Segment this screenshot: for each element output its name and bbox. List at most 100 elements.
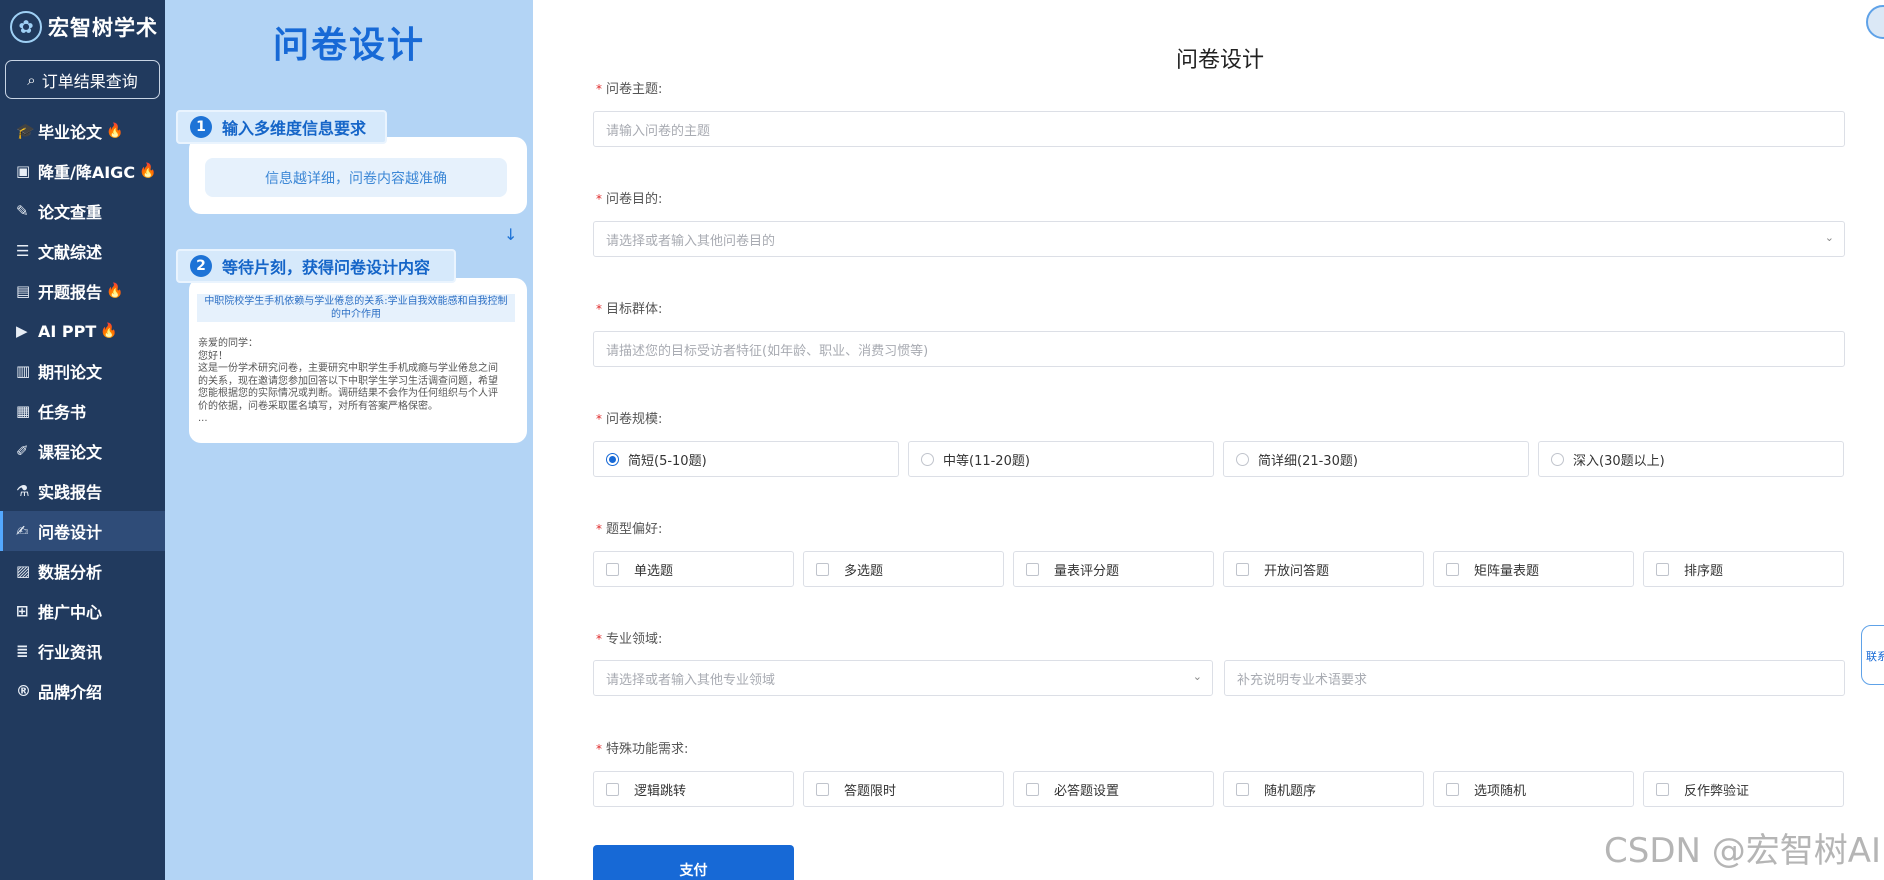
step1-number: 1 (190, 116, 212, 138)
fire-icon: 🔥 (106, 123, 124, 139)
qtype-option[interactable]: 开放问答题 (1223, 551, 1424, 587)
brand-name: 宏智树学术 (48, 16, 158, 40)
watermark: CSDN @宏智树AI (1604, 831, 1882, 871)
qtype-label: * 题型偏好: (596, 522, 663, 537)
special-option[interactable]: 反作弊验证 (1643, 771, 1844, 807)
fire-icon: 🔥 (100, 323, 118, 339)
audience-input[interactable]: 请描述您的目标受访者特征(如年龄、职业、消费习惯等) (593, 331, 1845, 367)
special-label: * 特殊功能需求: (596, 742, 689, 757)
sidebar-item-label: 课程论文 (38, 443, 103, 462)
qtype-option-label: 单选题 (634, 563, 674, 579)
special-option[interactable]: 答题限时 (803, 771, 1004, 807)
scale-option[interactable]: 简短(5-10题) (593, 441, 899, 477)
fire-icon: 🔥 (106, 283, 124, 299)
sidebar-item[interactable]: ≣ 行业资讯 (0, 631, 165, 671)
audience-label-text: 目标群体: (606, 302, 663, 317)
checkbox-icon (1446, 562, 1459, 576)
form-title: 问卷设计 (1176, 48, 1265, 73)
checkbox-icon (1236, 562, 1249, 576)
sidebar-item[interactable]: ⊞ 推广中心 (0, 591, 165, 631)
list-icon: ☰ (16, 242, 30, 260)
checkbox-icon (1236, 782, 1249, 796)
qtype-option[interactable]: 单选题 (593, 551, 794, 587)
down-arrow-icon: ↓ (504, 225, 518, 244)
scale-label-text: 问卷规模: (606, 412, 663, 427)
order-query-button[interactable]: ⌕ 订单结果查询 (5, 60, 160, 99)
special-option[interactable]: 逻辑跳转 (593, 771, 794, 807)
step1-label: 输入多维度信息要求 (222, 119, 367, 138)
sidebar-item[interactable]: ⚗ 实践报告 (0, 471, 165, 511)
sidebar-item-label: 问卷设计 (38, 523, 103, 542)
preview-body: 亲爱的同学： 您好！ 这是一份学术研究问卷，主要研究中职学生手机成瘾与学业倦怠之… (198, 338, 518, 426)
sidebar-item[interactable]: ✐ 课程论文 (0, 431, 165, 471)
checkbox-icon (1026, 782, 1039, 796)
checkbox-icon (1656, 782, 1669, 796)
practice-icon: ⚗ (16, 482, 30, 500)
qtype-label-text: 题型偏好: (606, 522, 663, 537)
sidebar-item[interactable]: ▤ 开题报告 🔥 (0, 271, 165, 311)
field-extra-placeholder: 补充说明专业术语要求 (1237, 672, 1368, 688)
sidebar-item[interactable]: ▦ 任务书 (0, 391, 165, 431)
preview-line: 价的依据，问卷采取匿名填写，对所有答案严格保密。 (198, 400, 438, 412)
sidebar-item[interactable]: ✎ 论文查重 (0, 191, 165, 231)
chevron-down-icon: ⌄ (1192, 670, 1202, 683)
step2-number: 2 (190, 255, 212, 277)
sidebar-item[interactable]: ® 品牌介绍 (0, 671, 165, 711)
chevron-down-icon: ⌄ (1824, 231, 1834, 244)
brand-logo[interactable]: ✿ 宏智树学术 (0, 0, 165, 54)
topic-label: * 问卷主题: (596, 82, 663, 97)
scale-option[interactable]: 深入(30题以上) (1538, 441, 1844, 477)
sidebar: ✿ 宏智树学术 ⌕ 订单结果查询 🎓 毕业论文 🔥 ▣ 降重/降AIGC 🔥 ✎ 论文查重 ☰ 文… (0, 0, 165, 880)
sidebar-item[interactable]: ▥ 期刊论文 (0, 351, 165, 391)
fire-icon: 🔥 (139, 163, 157, 179)
contact-float-button[interactable]: 联系 (1861, 625, 1884, 685)
purpose-placeholder: 请选择或者输入其他问卷目的 (606, 233, 776, 249)
topic-placeholder: 请输入问卷的主题 (606, 123, 711, 139)
sidebar-item[interactable]: ☰ 文献综述 (0, 231, 165, 271)
sidebar-item-label: 行业资讯 (38, 643, 103, 662)
sidebar-item-label: 开题报告 (38, 283, 103, 302)
sidebar-item[interactable]: ▨ 数据分析 (0, 551, 165, 591)
sidebar-item-label: 期刊论文 (38, 363, 103, 382)
purpose-label: * 问卷目的: (596, 192, 663, 207)
preview-line: 这是一份学术研究问卷，主要研究中职学生手机成瘾与学业倦怠之间 (198, 363, 498, 374)
qtype-option-label: 排序题 (1684, 563, 1724, 579)
field-extra-input[interactable]: 补充说明专业术语要求 (1224, 660, 1845, 696)
pay-button[interactable]: 支付 (593, 845, 794, 880)
scale-option[interactable]: 中等(11-20题) (908, 441, 1214, 477)
special-option[interactable]: 必答题设置 (1013, 771, 1214, 807)
news-icon: ≣ (16, 642, 29, 660)
sidebar-item-label: 降重/降AIGC (38, 163, 136, 182)
sidebar-item[interactable]: 🎓 毕业论文 🔥 (0, 111, 165, 151)
field-select[interactable]: 请选择或者输入其他专业领域 ⌄ (593, 660, 1213, 696)
qtype-option[interactable]: 多选题 (803, 551, 1004, 587)
special-option-label: 必答题设置 (1054, 783, 1120, 799)
checkbox-icon (816, 782, 829, 796)
step1-hint: 信息越详细，问卷内容越准确 (205, 158, 507, 197)
scale-option[interactable]: 简详细(21-30题) (1223, 441, 1529, 477)
sidebar-item-label: 论文查重 (38, 203, 103, 222)
topic-label-text: 问卷主题: (606, 82, 663, 97)
sidebar-item-label: 推广中心 (38, 603, 103, 622)
qtype-option-label: 开放问答题 (1264, 563, 1330, 579)
qtype-option[interactable]: 矩阵量表题 (1433, 551, 1634, 587)
chart-icon: ▨ (16, 562, 31, 580)
avatar[interactable] (1866, 5, 1884, 39)
qtype-option[interactable]: 排序题 (1643, 551, 1844, 587)
sidebar-item[interactable]: ▣ 降重/降AIGC 🔥 (0, 151, 165, 191)
sidebar-item-label: 毕业论文 (38, 123, 103, 142)
checkbox-icon (816, 562, 829, 576)
scale-label: * 问卷规模: (596, 412, 663, 427)
sidebar-item[interactable]: ✍ 问卷设计 (0, 511, 165, 551)
topic-input[interactable]: 请输入问卷的主题 (593, 111, 1845, 147)
purpose-select[interactable]: 请选择或者输入其他问卷目的 ⌄ (593, 221, 1845, 257)
special-option[interactable]: 随机题序 (1223, 771, 1424, 807)
sidebar-item[interactable]: ▶ AI PPT 🔥 (0, 311, 165, 351)
special-option[interactable]: 选项随机 (1433, 771, 1634, 807)
report-icon: ▤ (16, 282, 31, 300)
scale-option-label: 深入(30题以上) (1573, 453, 1665, 469)
ppt-icon: ▶ (16, 322, 28, 340)
qtype-option[interactable]: 量表评分题 (1013, 551, 1214, 587)
bus-icon: ▣ (16, 162, 31, 180)
preview-line: ... (198, 413, 208, 424)
